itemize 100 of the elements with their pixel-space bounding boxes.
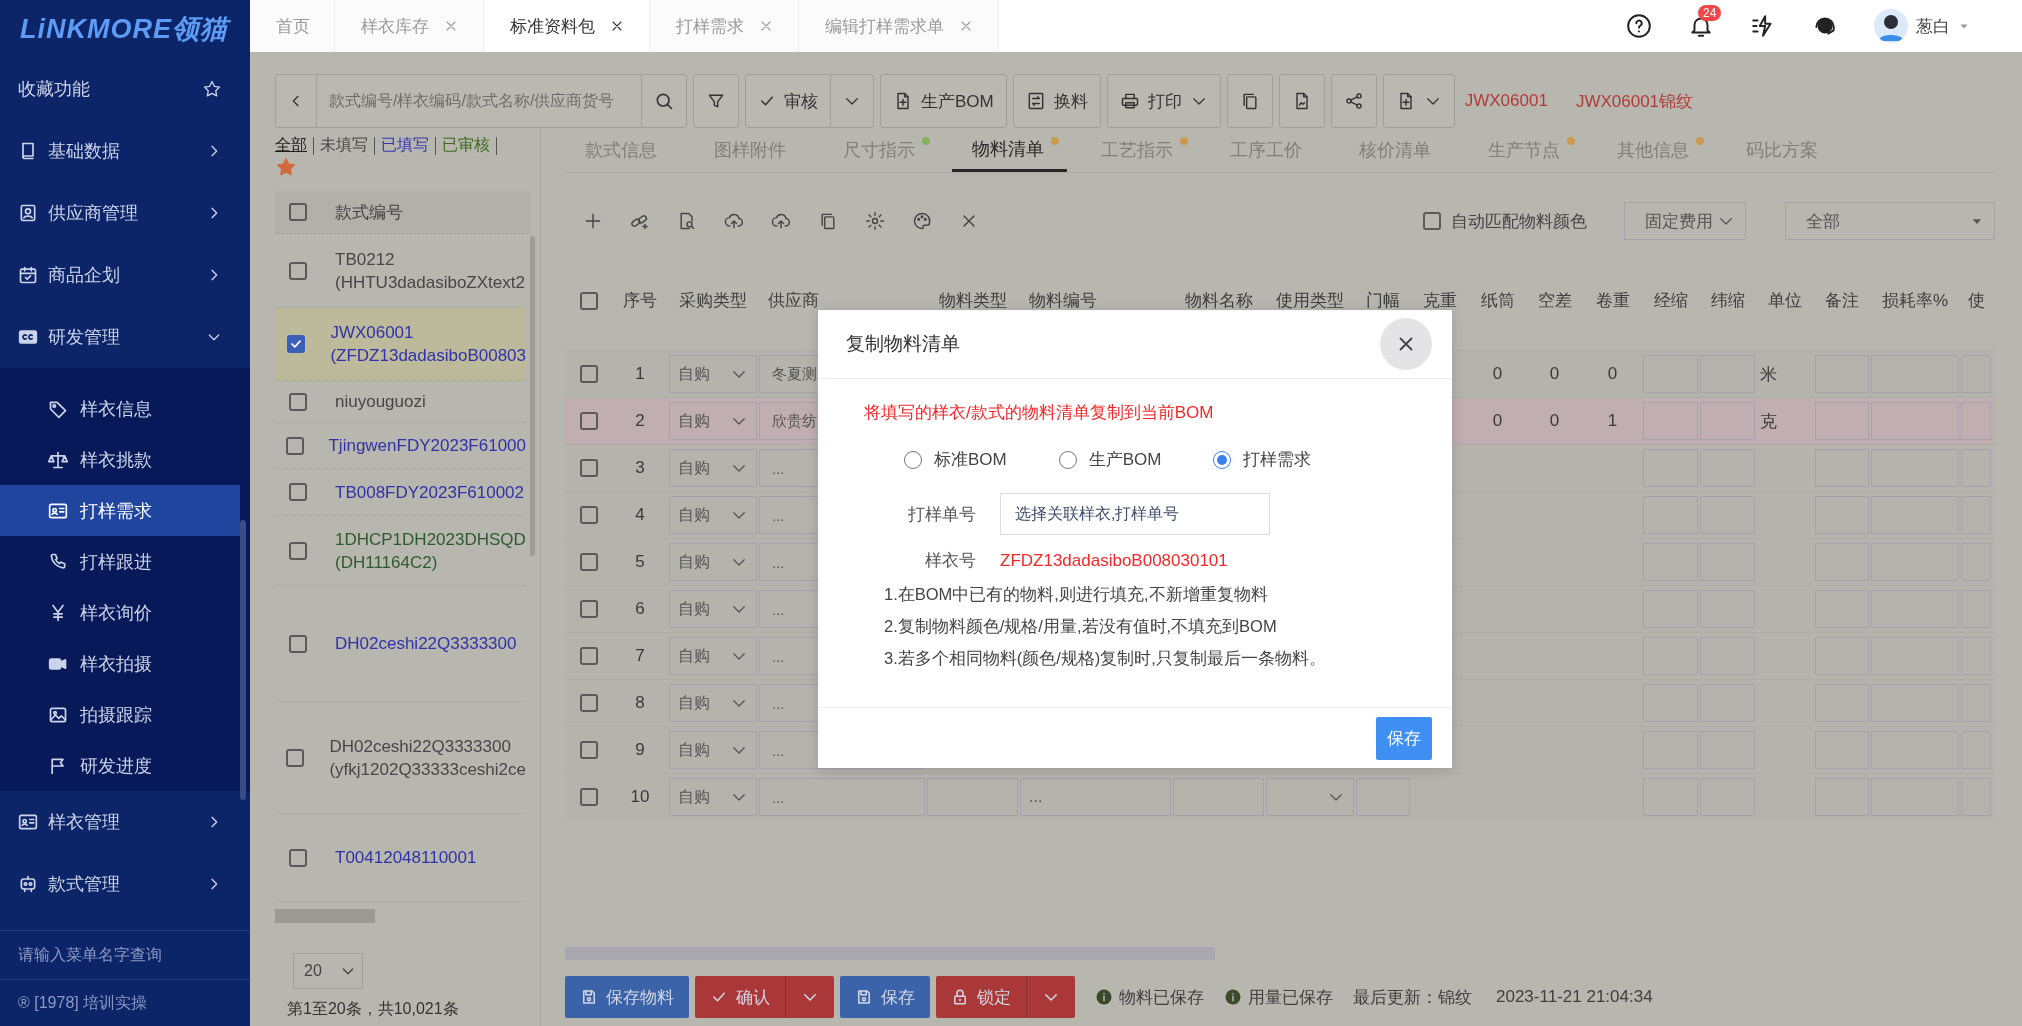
checkbox[interactable] — [289, 203, 307, 221]
checkbox[interactable] — [579, 788, 598, 806]
document-search-icon[interactable] — [677, 211, 697, 231]
select-field[interactable]: 自购 — [669, 778, 757, 816]
style-code[interactable]: DH02ceshi22Q3333300 (yfkj1202Q33333ceshi2ce — [311, 734, 526, 781]
checkbox[interactable] — [289, 392, 307, 411]
select-field[interactable]: 自购 — [669, 637, 757, 675]
submenu-item[interactable]: 打样需求 — [0, 485, 240, 536]
toolbar-button[interactable]: 打印 — [1106, 74, 1221, 128]
toolbar-button[interactable] — [1382, 74, 1455, 128]
checkbox[interactable] — [289, 848, 307, 867]
input-field[interactable] — [1643, 402, 1698, 440]
submenu-item[interactable]: 样衣信息 — [0, 383, 240, 434]
style-code[interactable]: TB0212 (HHTU3dadasiboZXtext2 — [317, 247, 525, 294]
menu-item[interactable]: 样衣管理 — [0, 791, 250, 853]
select-field[interactable]: 自购 — [669, 543, 757, 581]
style-code[interactable]: niuyouguozi — [317, 390, 426, 413]
select-field[interactable]: 自购 — [669, 449, 757, 487]
select-field[interactable] — [1266, 778, 1354, 816]
style-code[interactable]: DH02ceshi22Q3333300 — [317, 632, 517, 655]
toolbar-button[interactable] — [1330, 74, 1377, 128]
filter-tab[interactable]: 全部 — [275, 137, 314, 155]
checkbox[interactable] — [289, 541, 307, 560]
checkbox[interactable] — [579, 365, 598, 383]
select-field[interactable]: 自购 — [669, 355, 757, 393]
select-field[interactable]: 自购 — [669, 684, 757, 722]
style-code[interactable]: 1DHCP1DH2023DHSQD (DH11164C2) — [317, 527, 526, 574]
input-field[interactable]: ... — [759, 778, 925, 816]
checkbox[interactable] — [579, 741, 598, 759]
menu-search-field[interactable]: 请输入菜单名字查询 — [18, 946, 218, 964]
checkbox[interactable] — [289, 634, 307, 653]
style-code[interactable]: TB008FDY2023F610002 — [317, 480, 525, 504]
close-button[interactable] — [1380, 318, 1432, 370]
add-icon[interactable] — [583, 211, 603, 231]
menu-item[interactable]: 研发管理 — [0, 306, 250, 368]
checkbox[interactable] — [579, 600, 598, 618]
input-field[interactable] — [1815, 402, 1869, 440]
page-tab[interactable]: 编辑打样需求单 — [799, 0, 999, 52]
checkbox[interactable] — [579, 291, 598, 310]
select-field[interactable]: 固定费用 — [1624, 202, 1746, 240]
section-tab[interactable]: 物料清单 — [952, 128, 1067, 172]
star-icon[interactable] — [275, 156, 297, 178]
page-tab[interactable]: 首页 — [250, 0, 335, 52]
toolbar-button[interactable] — [1226, 74, 1273, 128]
page-tab[interactable]: 样衣库存 — [335, 0, 484, 52]
checkbox[interactable] — [579, 647, 598, 665]
select-field[interactable]: 自购 — [669, 731, 757, 769]
filter-tab[interactable]: 已填写 — [375, 137, 436, 155]
submenu-item[interactable]: 样衣询价 — [0, 587, 240, 638]
avatar[interactable] — [1874, 9, 1908, 43]
filter-tab[interactable]: 未填写 — [314, 137, 375, 155]
page-size-select[interactable]: 20 — [293, 953, 363, 989]
palette-icon[interactable] — [912, 211, 932, 231]
submenu-item[interactable]: 打样跟进 — [0, 536, 240, 587]
submenu-item[interactable]: 样衣挑款 — [0, 434, 240, 485]
select-field[interactable]: 自购 — [669, 590, 757, 628]
help-icon[interactable] — [1626, 13, 1652, 39]
copy-icon[interactable] — [818, 211, 838, 231]
input-field[interactable] — [1961, 402, 1991, 440]
submenu-item[interactable]: 拍摄跟踪 — [0, 689, 240, 740]
checkbox[interactable] — [579, 553, 598, 571]
checkbox[interactable] — [1423, 212, 1441, 230]
user-name[interactable]: 葱白 — [1916, 14, 1950, 38]
input-field[interactable] — [1700, 402, 1755, 440]
filter-tab[interactable]: 已审核 — [436, 137, 497, 155]
checkbox[interactable] — [579, 694, 598, 712]
checkbox[interactable] — [579, 459, 598, 477]
menu-item[interactable]: 供应商管理 — [0, 182, 250, 244]
settings-icon[interactable] — [865, 211, 885, 231]
checkbox[interactable] — [286, 335, 305, 353]
toolbar-button[interactable] — [693, 74, 739, 128]
submenu-item[interactable]: 样衣拍摄 — [0, 638, 240, 689]
select-field[interactable]: 全部 — [1785, 202, 1995, 240]
radio-label[interactable]: 生产BOM — [1088, 448, 1162, 471]
style-code[interactable]: TjingwenFDY2023F61000 — [310, 434, 526, 457]
checkbox[interactable] — [289, 483, 307, 501]
checkbox[interactable] — [579, 412, 598, 430]
select-field[interactable]: 自购 — [669, 496, 757, 534]
checkbox[interactable] — [286, 748, 305, 767]
checkbox[interactable] — [579, 506, 598, 524]
menu-item[interactable]: 商品企划 — [0, 244, 250, 306]
menu-item[interactable]: 款式管理 — [0, 853, 250, 915]
style-code[interactable]: T00412048110001 — [317, 846, 477, 869]
toolbar-button[interactable]: 换料 — [1012, 74, 1101, 128]
toolbar-button[interactable]: 生产BOM — [880, 74, 1007, 128]
input-field[interactable]: ... — [1020, 778, 1171, 816]
input-field[interactable] — [1871, 402, 1959, 440]
toolbar-button[interactable] — [1278, 74, 1325, 128]
select-field[interactable]: 自购 — [669, 402, 757, 440]
radio-label[interactable]: 打样需求 — [1243, 448, 1312, 471]
checkbox[interactable] — [289, 261, 307, 280]
page-tab[interactable]: 打样需求 — [650, 0, 799, 52]
radio-label[interactable]: 标准BOM — [934, 448, 1007, 471]
menu-item[interactable]: 基础数据 — [0, 120, 250, 182]
upload-icon[interactable] — [771, 211, 791, 231]
order-number-field[interactable]: 选择关联样衣,打样单号 — [1000, 493, 1270, 535]
save-button[interactable]: 保存 — [1376, 716, 1432, 760]
style-code[interactable]: JWX06001 (ZFDZ13dadasiboB00803 — [312, 321, 526, 367]
submenu-item[interactable]: 研发进度 — [0, 740, 240, 791]
upload-icon[interactable] — [724, 211, 744, 231]
